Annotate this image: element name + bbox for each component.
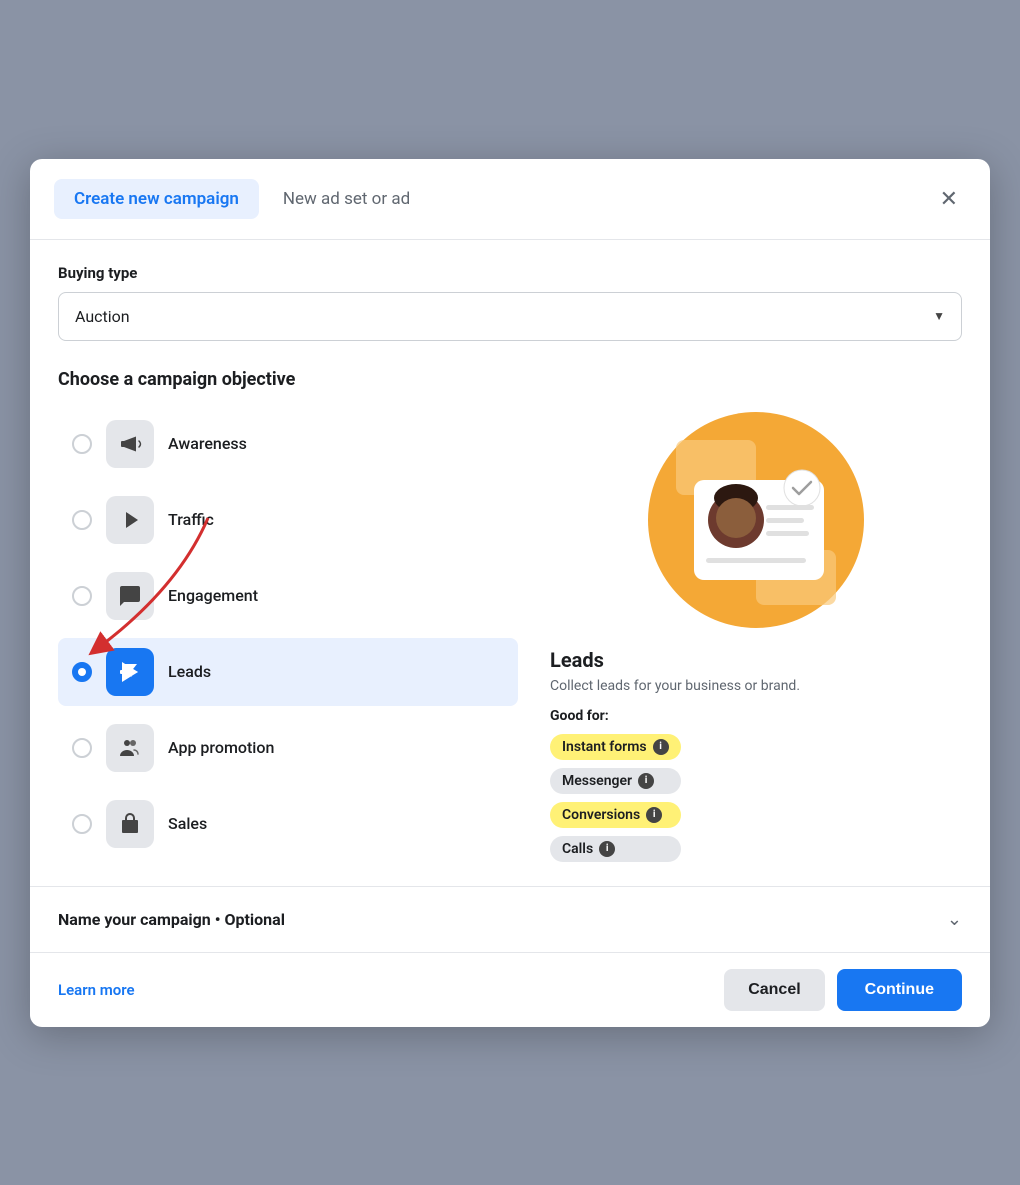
content-row: Awareness Traffic <box>58 410 962 862</box>
leads-icon <box>106 648 154 696</box>
tab-new-ad-set[interactable]: New ad set or ad <box>283 189 410 209</box>
radio-engagement <box>72 586 92 606</box>
radio-leads <box>72 662 92 682</box>
tags-list: Instant forms i Messenger i Conversions … <box>550 734 681 862</box>
objective-engagement[interactable]: Engagement <box>58 562 518 630</box>
objective-section-label: Choose a campaign objective <box>58 369 962 390</box>
radio-traffic <box>72 510 92 530</box>
sales-label: Sales <box>168 814 207 833</box>
continue-button[interactable]: Continue <box>837 969 962 1011</box>
radio-app-promotion <box>72 738 92 758</box>
leads-illustration <box>646 410 866 630</box>
awareness-label: Awareness <box>168 434 247 453</box>
modal-footer: Learn more Cancel Continue <box>30 952 990 1027</box>
app-promotion-label: App promotion <box>168 738 274 757</box>
close-button[interactable]: ✕ <box>932 184 966 214</box>
name-campaign-section[interactable]: Name your campaign • Optional ⌄ <box>30 886 990 952</box>
learn-more-link[interactable]: Learn more <box>58 981 135 999</box>
info-icon-instant-forms[interactable]: i <box>653 739 669 755</box>
buying-type-label: Buying type <box>58 264 962 282</box>
name-campaign-label: Name your campaign • Optional <box>58 910 285 929</box>
buying-type-value: Auction <box>75 307 130 326</box>
detail-panel: Leads Collect leads for your business or… <box>550 410 962 862</box>
info-icon-messenger[interactable]: i <box>638 773 654 789</box>
chevron-down-icon: ⌄ <box>947 909 962 930</box>
awareness-icon <box>106 420 154 468</box>
radio-awareness <box>72 434 92 454</box>
detail-description: Collect leads for your business or brand… <box>550 678 800 694</box>
tag-messenger[interactable]: Messenger i <box>550 768 681 794</box>
info-icon-calls[interactable]: i <box>599 841 615 857</box>
cancel-button[interactable]: Cancel <box>724 969 824 1011</box>
tag-messenger-label: Messenger <box>562 773 632 789</box>
tag-conversions-label: Conversions <box>562 807 640 823</box>
modal-dialog: Create new campaign New ad set or ad ✕ B… <box>30 159 990 1027</box>
traffic-icon <box>106 496 154 544</box>
tag-calls[interactable]: Calls i <box>550 836 681 862</box>
buying-type-dropdown[interactable]: Auction ▼ <box>58 292 962 341</box>
objective-sales[interactable]: Sales <box>58 790 518 858</box>
good-for-label: Good for: <box>550 708 609 724</box>
objective-awareness[interactable]: Awareness <box>58 410 518 478</box>
objective-leads[interactable]: Leads <box>58 638 518 706</box>
footer-buttons: Cancel Continue <box>724 969 962 1011</box>
objectives-list: Awareness Traffic <box>58 410 518 862</box>
tag-instant-forms[interactable]: Instant forms i <box>550 734 681 760</box>
engagement-icon <box>106 572 154 620</box>
info-icon-conversions[interactable]: i <box>646 807 662 823</box>
traffic-label: Traffic <box>168 510 214 529</box>
tag-instant-forms-label: Instant forms <box>562 739 647 755</box>
tag-calls-label: Calls <box>562 841 593 857</box>
modal-overlay: Create new campaign New ad set or ad ✕ B… <box>0 0 1020 1185</box>
app-promotion-icon <box>106 724 154 772</box>
leads-label: Leads <box>168 662 211 681</box>
radio-sales <box>72 814 92 834</box>
tag-conversions[interactable]: Conversions i <box>550 802 681 828</box>
detail-title: Leads <box>550 648 604 672</box>
modal-header: Create new campaign New ad set or ad ✕ <box>30 159 990 240</box>
sales-icon <box>106 800 154 848</box>
objective-app-promotion[interactable]: App promotion <box>58 714 518 782</box>
objective-traffic[interactable]: Traffic <box>58 486 518 554</box>
tab-create-new-campaign[interactable]: Create new campaign <box>54 179 259 219</box>
engagement-label: Engagement <box>168 586 258 605</box>
chevron-down-icon: ▼ <box>933 309 945 323</box>
modal-body: Buying type Auction ▼ Choose a campaign … <box>30 240 990 886</box>
